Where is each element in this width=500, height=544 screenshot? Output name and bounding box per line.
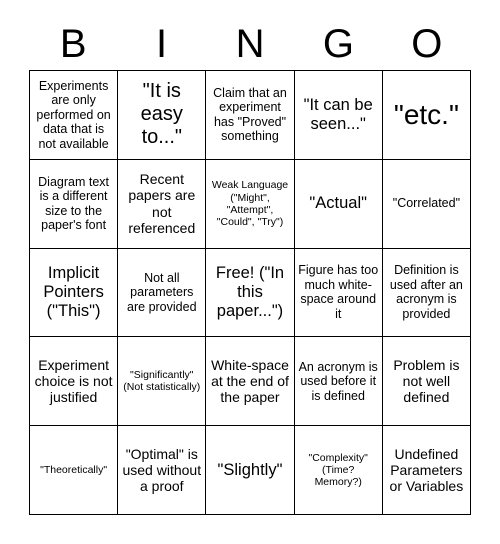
bingo-cell-text: Experiment choice is not justified <box>34 356 113 406</box>
bingo-cell-text: Definition is used after an acronym is p… <box>389 263 463 321</box>
bingo-cell-text: "Optimal" is used without a proof <box>122 445 202 495</box>
bingo-cell[interactable]: Weak Language ("Might", "Attempt", "Coul… <box>206 159 295 249</box>
bingo-cell-text: Experiments are only performed on data t… <box>36 78 111 151</box>
bingo-cell-text: "Complexity" (Time? Memory?) <box>308 451 368 489</box>
bingo-cell-text: "It can be seen..." <box>303 95 373 133</box>
bingo-cell-text: Figure has too much white-space around i… <box>298 263 379 321</box>
bingo-cell-text: Recent papers are not referenced <box>128 171 196 236</box>
bingo-cell-text: "Correlated" <box>392 196 461 211</box>
bingo-cell[interactable]: Diagram text is a different size to the … <box>30 159 119 249</box>
header-letter-b: B <box>59 22 87 66</box>
bingo-cell[interactable]: Recent papers are not referenced <box>118 159 207 249</box>
bingo-cell-text: Free! ("In this paper...") <box>215 263 285 321</box>
bingo-cell-text: Weak Language ("Might", "Attempt", "Coul… <box>211 179 289 228</box>
bingo-cell[interactable]: Experiments are only performed on data t… <box>30 71 119 160</box>
bingo-cell[interactable]: "Optimal" is used without a proof <box>118 426 207 515</box>
bingo-cell-text: An acronym is used before it is defined <box>298 359 378 403</box>
bingo-cell-text: Problem is not well defined <box>393 356 460 406</box>
bingo-cell[interactable]: "Complexity" (Time? Memory?) <box>294 426 383 515</box>
bingo-cell-text: Diagram text is a different size to the … <box>38 174 110 233</box>
bingo-cell-text: Undefined Parameters or Variables <box>389 445 464 495</box>
bingo-cell[interactable]: Definition is used after an acronym is p… <box>382 248 471 338</box>
bingo-cell[interactable]: Experiment choice is not justified <box>30 337 119 427</box>
bingo-cell[interactable]: "It can be seen..." <box>294 71 383 160</box>
bingo-cell-text: "Actual" <box>309 194 367 213</box>
bingo-cell-text: Claim that an experiment has "Proved" so… <box>213 85 287 144</box>
bingo-cell[interactable]: "Actual" <box>294 159 383 249</box>
bingo-cell[interactable]: Undefined Parameters or Variables <box>382 426 471 515</box>
bingo-cell-text: "Significantly" (Not statistically) <box>123 369 201 394</box>
bingo-cell[interactable]: Claim that an experiment has "Proved" so… <box>206 71 295 160</box>
bingo-cell-text: "Theoretically" <box>40 464 108 476</box>
bingo-cell[interactable]: "Theoretically" <box>30 426 119 515</box>
bingo-cell[interactable]: Not all parameters are provided <box>118 248 207 338</box>
bingo-card: B I N G O Experiments are only performed… <box>0 0 500 544</box>
bingo-cell-free[interactable]: Free! ("In this paper...") <box>206 248 295 338</box>
bingo-cell[interactable]: "Correlated" <box>382 159 471 249</box>
bingo-cell[interactable]: "Slightly" <box>206 426 295 515</box>
bingo-cell-text: "Slightly" <box>217 460 283 479</box>
bingo-cell[interactable]: White-space at the end of the paper <box>206 337 295 427</box>
bingo-cell-text: White-space at the end of the paper <box>211 356 289 406</box>
bingo-cell[interactable]: "Significantly" (Not statistically) <box>118 337 207 427</box>
header-letter-o: O <box>411 22 443 66</box>
bingo-grid: Experiments are only performed on data t… <box>29 70 471 515</box>
bingo-cell-text: "It is easy to..." <box>140 80 183 149</box>
bingo-cell-text: Not all parameters are provided <box>127 270 197 314</box>
header-letter-i: I <box>156 22 168 66</box>
bingo-cell[interactable]: Problem is not well defined <box>382 337 471 427</box>
bingo-cell[interactable]: An acronym is used before it is defined <box>294 337 383 427</box>
header-letter-n: N <box>235 22 265 66</box>
bingo-cell[interactable]: Implicit Pointers ("This") <box>30 248 119 338</box>
bingo-cell-text: Implicit Pointers ("This") <box>43 263 104 321</box>
bingo-cell[interactable]: Figure has too much white-space around i… <box>294 248 383 338</box>
bingo-header-row: B I N G O <box>29 18 471 70</box>
bingo-cell[interactable]: "It is easy to..." <box>118 71 207 160</box>
bingo-cell-text: "etc." <box>393 98 459 130</box>
bingo-cell[interactable]: "etc." <box>382 71 471 160</box>
header-letter-g: G <box>322 22 354 66</box>
